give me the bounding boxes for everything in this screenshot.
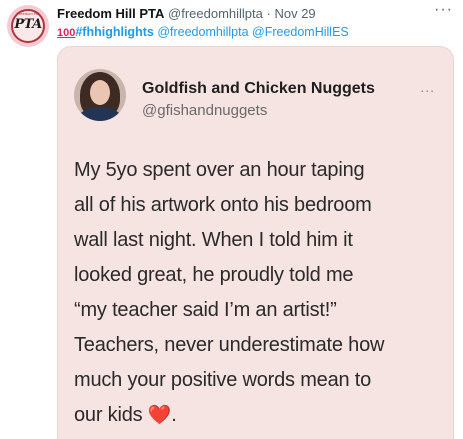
tweet-header: Freedom Hill PTA @freedomhillpta · Nov 2… <box>57 5 316 23</box>
screenshot-author-name: Goldfish and Chicken Nuggets <box>142 80 375 97</box>
body-line: wall last night. When I told him it <box>74 229 353 251</box>
mention-link[interactable]: @FreedomHillES <box>252 25 349 39</box>
avatar-face <box>90 80 110 105</box>
body-line: My 5yo spent over an hour taping <box>74 159 365 181</box>
hashtag-link[interactable]: #fhhighlights <box>75 25 153 39</box>
body-line: much your positive words mean to <box>74 369 372 391</box>
screenshot-author-handle: @gfishandnuggets <box>142 102 268 119</box>
body-line: “my teacher said I’m an artist!” <box>74 299 337 321</box>
body-line: looked great, he proudly told me <box>74 264 354 286</box>
separator-dot: · <box>266 6 271 21</box>
body-line: all of his artwork onto his bedroom <box>74 194 372 216</box>
tweet-media-image[interactable]: Goldfish and Chicken Nuggets @gfishandnu… <box>57 46 454 439</box>
tweet-text: 100#fhhighlights @freedomhillpta @Freedo… <box>57 23 349 42</box>
red-heart-icon: ❤️ <box>147 405 172 426</box>
author-handle[interactable]: @freedomhillpta <box>168 6 263 21</box>
last-line-period: . <box>171 404 177 426</box>
screenshot-body-text: My 5yo spent over an hour taping all of … <box>74 153 446 433</box>
more-horizontal-icon[interactable]: ··· <box>434 2 453 18</box>
author-avatar[interactable]: Freedom Hill PTA <box>7 5 49 47</box>
body-line-last: our kids ❤️. <box>74 398 446 433</box>
tweet-date[interactable]: Nov 29 <box>274 6 315 21</box>
screenshot-more-icon: ... <box>420 79 435 95</box>
hundred-points-emoji-icon: 100 <box>57 27 76 39</box>
author-name[interactable]: Freedom Hill PTA <box>57 6 164 21</box>
avatar-small-text: Freedom Hill <box>16 11 40 16</box>
body-line: Teachers, never underestimate how <box>74 334 385 356</box>
last-line-text: our kids <box>74 404 143 426</box>
mention-link[interactable]: @freedomhillpta <box>157 25 248 39</box>
avatar-logo-text: PTA <box>14 17 42 32</box>
screenshot-avatar <box>74 69 126 121</box>
tweet[interactable]: Freedom Hill PTA Freedom Hill PTA @freed… <box>0 0 463 439</box>
